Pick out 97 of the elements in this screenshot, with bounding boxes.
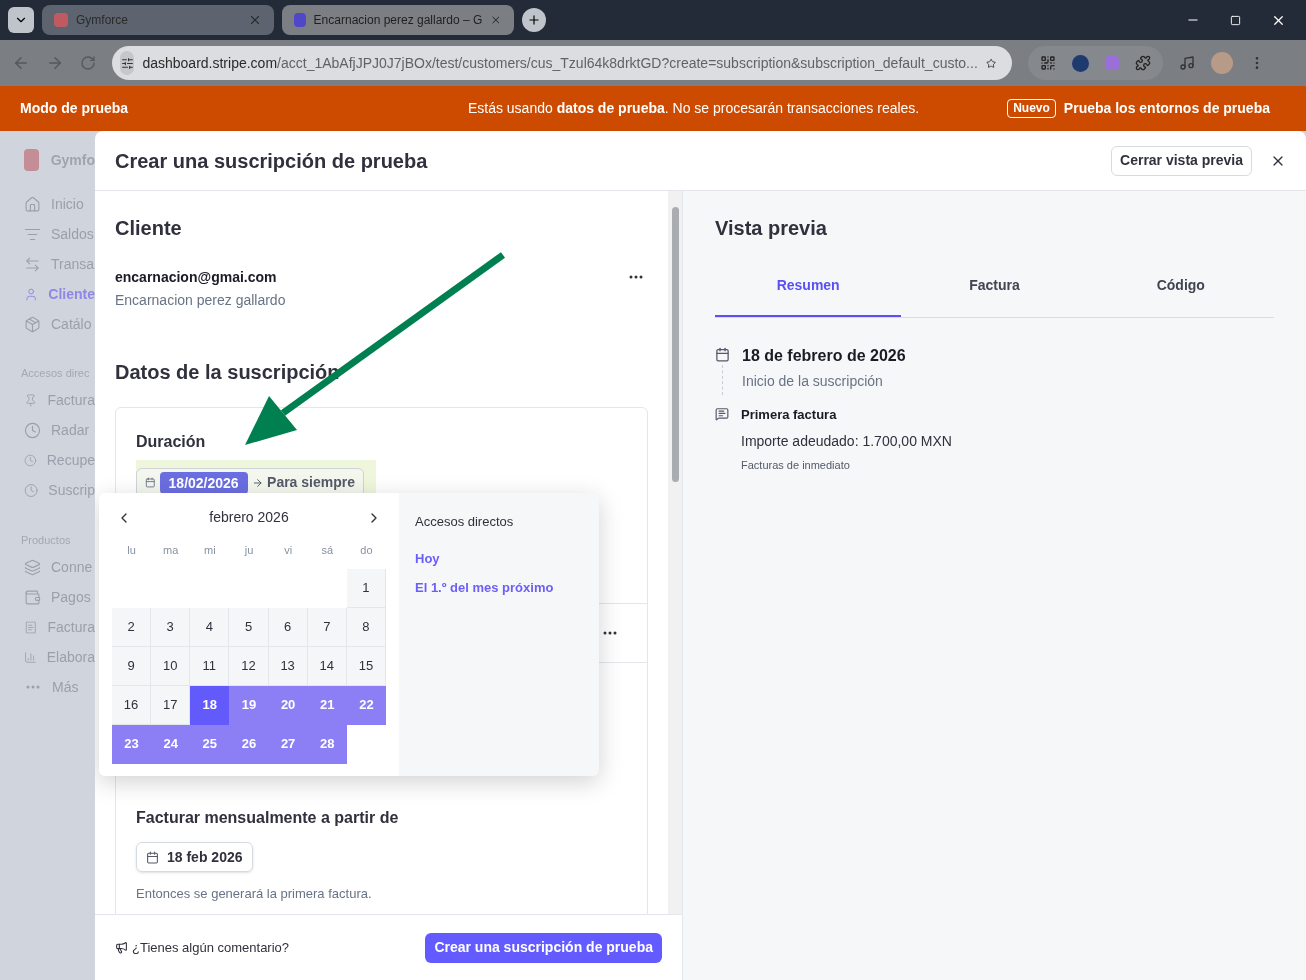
weekday-label: ju bbox=[243, 543, 255, 558]
calendar-day[interactable]: 27 bbox=[268, 724, 308, 764]
modal-title: Crear una suscripción de prueba bbox=[115, 148, 429, 174]
calendar-day[interactable]: 12 bbox=[229, 646, 269, 686]
calendar-day[interactable]: 2 bbox=[112, 607, 152, 647]
weekday-label: do bbox=[359, 543, 374, 558]
preview-tab[interactable]: Factura bbox=[901, 275, 1088, 317]
qr-code-icon[interactable] bbox=[1040, 55, 1056, 71]
field-label: Duración bbox=[135, 432, 207, 452]
calendar-day[interactable]: 9 bbox=[112, 646, 152, 686]
calendar-day[interactable]: 14 bbox=[307, 646, 347, 686]
test-mode-label: Modo de prueba bbox=[20, 99, 130, 118]
clock-icon bbox=[24, 452, 37, 469]
browser-tab[interactable]: Gymforce bbox=[42, 5, 274, 35]
close-preview-button[interactable]: Cerrar vista previa bbox=[1111, 145, 1252, 176]
pin-icon bbox=[24, 392, 38, 409]
scrollbar[interactable] bbox=[668, 191, 682, 914]
calendar-day[interactable]: 11 bbox=[190, 646, 230, 686]
megaphone-icon bbox=[115, 941, 128, 954]
calendar-day[interactable]: 5 bbox=[229, 607, 269, 647]
preview-tab[interactable]: Resumen bbox=[715, 275, 902, 317]
calendar-day[interactable]: 13 bbox=[268, 646, 308, 686]
field-hint: Entonces se generará la primera factura. bbox=[135, 885, 373, 903]
calendar-day[interactable]: 28 bbox=[307, 724, 347, 764]
media-icon[interactable] bbox=[1179, 55, 1195, 71]
calendar-day[interactable]: 22 bbox=[346, 685, 386, 725]
calendar-day[interactable]: 16 bbox=[112, 685, 152, 725]
month-label: febrero 2026 bbox=[209, 508, 289, 527]
calendar-day[interactable]: 6 bbox=[268, 607, 308, 647]
calendar-day[interactable]: 23 bbox=[112, 724, 152, 764]
preview-tab[interactable]: Código bbox=[1087, 275, 1274, 317]
maximize-icon[interactable] bbox=[1230, 14, 1241, 26]
timeline-note: Facturas de inmediato bbox=[741, 457, 851, 473]
section-heading: Cliente bbox=[115, 216, 183, 241]
calendar-day[interactable]: 8 bbox=[346, 607, 386, 647]
site-settings-button[interactable] bbox=[120, 51, 135, 75]
weekday-label: vi bbox=[283, 543, 294, 558]
plus-icon bbox=[527, 13, 541, 27]
calendar-icon bbox=[715, 347, 730, 362]
billing-date-button[interactable]: 18 feb 2026 bbox=[136, 842, 253, 872]
calendar-day[interactable]: 19 bbox=[229, 685, 269, 725]
home-icon bbox=[24, 195, 41, 213]
new-tab-button[interactable] bbox=[522, 8, 546, 32]
create-subscription-button[interactable]: Crear una suscripción de prueba bbox=[425, 932, 662, 963]
shortcut-link[interactable]: Hoy bbox=[415, 548, 583, 568]
weekday-label: sá bbox=[320, 543, 335, 558]
calendar-day[interactable]: 17 bbox=[151, 685, 191, 725]
calendar-day[interactable]: 3 bbox=[151, 607, 191, 647]
box-icon bbox=[24, 315, 41, 333]
address-bar[interactable]: dashboard.stripe.com/acct_1AbAfjJPJ0J7jBOx/test/customers/cus_Tzul64k8drktGD?create=subscription&subscription_default_custo... bbox=[112, 46, 1012, 80]
brand-logo-icon bbox=[24, 149, 39, 171]
layers-icon bbox=[24, 558, 41, 576]
calendar-day[interactable]: 1 bbox=[346, 568, 386, 608]
tab-list-button[interactable] bbox=[8, 7, 34, 33]
calendar-day[interactable]: 20 bbox=[268, 685, 308, 725]
field-label: Facturar mensualmente a partir de bbox=[135, 808, 400, 828]
sandbox-link[interactable]: Prueba los entornos de prueba bbox=[1063, 98, 1270, 119]
calendar-day[interactable]: 15 bbox=[346, 646, 386, 686]
calendar-icon bbox=[145, 476, 156, 489]
shortcuts-title: Accesos directos bbox=[415, 513, 515, 531]
timeline-title: Primera factura bbox=[741, 406, 838, 424]
more-icon[interactable] bbox=[629, 275, 643, 279]
feedback-link[interactable]: ¿Tienes algún comentario? bbox=[132, 937, 426, 958]
start-date-input[interactable]: 18/02/2026 bbox=[159, 471, 248, 494]
customer-name: Encarnacion perez gallardo bbox=[115, 291, 287, 310]
customer-email: encarnacion@gmai.com bbox=[115, 268, 278, 287]
end-date-value: Para siempre bbox=[267, 473, 355, 492]
weekday-label: mi bbox=[203, 543, 217, 558]
clock-icon bbox=[24, 482, 39, 499]
browser-tab[interactable]: Encarnacion perez gallardo – G bbox=[282, 5, 514, 35]
weekday-label: lu bbox=[126, 543, 137, 558]
extension-icon[interactable] bbox=[1072, 54, 1089, 72]
calendar-day[interactable]: 24 bbox=[151, 724, 191, 764]
calendar-day[interactable]: 21 bbox=[307, 685, 347, 725]
calendar-icon bbox=[146, 850, 159, 864]
shortcut-link[interactable]: El 1.º del mes próximo bbox=[415, 578, 583, 598]
test-mode-message: Estás usando datos de prueba. No se procesarán transacciones reales. bbox=[466, 99, 921, 118]
calendar-day[interactable]: 26 bbox=[229, 724, 269, 764]
preview-heading: Vista previa bbox=[715, 216, 828, 241]
favicon-icon bbox=[54, 13, 68, 27]
wallet-icon bbox=[24, 588, 41, 606]
more-icon[interactable] bbox=[603, 631, 617, 635]
calendar-day[interactable]: 7 bbox=[307, 607, 347, 647]
calendar-day[interactable]: 18 bbox=[190, 685, 230, 725]
weekday-label: ma bbox=[162, 543, 180, 558]
calendar-day[interactable]: 10 bbox=[151, 646, 191, 686]
calendar-day[interactable]: 4 bbox=[190, 607, 230, 647]
favicon-icon bbox=[294, 13, 306, 27]
timeline-subtitle: Inicio de la suscripción bbox=[742, 372, 884, 391]
clock-icon bbox=[24, 422, 41, 439]
sliders-icon bbox=[120, 56, 134, 70]
puzzle-icon[interactable] bbox=[1135, 55, 1151, 71]
calendar-day[interactable]: 25 bbox=[190, 724, 230, 764]
arrows-icon bbox=[24, 255, 41, 273]
new-badge: Nuevo bbox=[1007, 99, 1056, 118]
amount-due: Importe adeudado: 1.700,00 MXN bbox=[741, 431, 952, 451]
timeline-title: 18 de febrero de 2026 bbox=[742, 346, 906, 366]
